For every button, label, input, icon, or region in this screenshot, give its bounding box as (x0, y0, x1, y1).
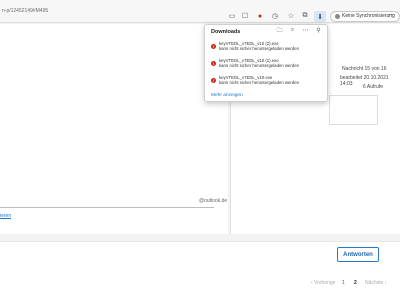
search-icon[interactable]: ⌕ (289, 27, 296, 34)
error-icon: ! (211, 61, 216, 66)
email-fragment: @outlook.de (199, 198, 228, 204)
download-item[interactable]: ! keyVTEDL_v7EDL_v10 (1).exe kann nicht … (209, 58, 325, 72)
message-position: Nachricht 15 von 16 (342, 66, 387, 72)
shield-icon[interactable]: ● (255, 11, 265, 21)
pagination-next[interactable]: Nächste › (365, 280, 386, 286)
more-options-icon[interactable]: ⋯ (302, 27, 309, 34)
pagination-page-2[interactable]: 2 (354, 280, 357, 286)
downloads-actions: 🗀 ⌕ ⋯ ⚲ (276, 27, 322, 34)
download-status: kann nicht sicher heruntergeladen werden (219, 46, 300, 51)
pagination-previous[interactable]: ‹ Vorherige (311, 280, 335, 286)
pin-icon[interactable]: ⚲ (315, 27, 322, 34)
message-card (0, 24, 228, 234)
collections-icon[interactable]: ⧉ (300, 11, 310, 21)
downloads-icon[interactable]: ⬇ (314, 11, 326, 22)
view-count: 6 Aufrufe (363, 84, 384, 90)
extension-icon[interactable]: ☐ (240, 11, 250, 21)
sidebar-box (329, 95, 378, 125)
download-item[interactable]: ! keyVTEDL_v7EDL_v10 (2).exe kann nicht … (209, 41, 325, 55)
browser-toolbar: n-p/12452149#M495 ▭ ☐ ● ◷ ☆ ⧉ ⬇ Keine Sy… (0, 0, 400, 23)
show-more-link[interactable]: Mehr anzeigen (211, 93, 243, 98)
download-item[interactable]: ! keyVTEDL_v7EDL_v10.exe kann nicht sich… (209, 75, 325, 89)
reply-button[interactable]: Antworten (337, 247, 379, 262)
open-folder-icon[interactable]: 🗀 (276, 27, 283, 34)
reader-view-icon[interactable]: ▭ (227, 11, 237, 21)
address-bar-url[interactable]: n-p/12452149#M495 (2, 8, 48, 14)
download-status: kann nicht sicher heruntergeladen werden (219, 63, 300, 68)
more-menu-icon[interactable]: ⋯ (388, 11, 395, 19)
download-status: kann nicht sicher heruntergeladen werden (219, 80, 300, 85)
error-icon: ! (211, 78, 216, 83)
link-fragment[interactable]: ieren (0, 213, 11, 219)
profile-icon (335, 14, 340, 19)
separator-line (0, 207, 214, 208)
tracking-icon[interactable]: ◷ (270, 11, 280, 21)
error-icon: ! (211, 44, 216, 49)
pagination-page-1[interactable]: 1 (342, 280, 345, 286)
favorite-icon[interactable]: ☆ (286, 11, 296, 21)
downloads-flyout: Downloads 🗀 ⌕ ⋯ ⚲ ! keyVTEDL_v7EDL_v10 (… (204, 24, 328, 102)
sync-label: Keine Synchronisierung (342, 13, 395, 19)
downloads-title: Downloads (211, 29, 241, 35)
